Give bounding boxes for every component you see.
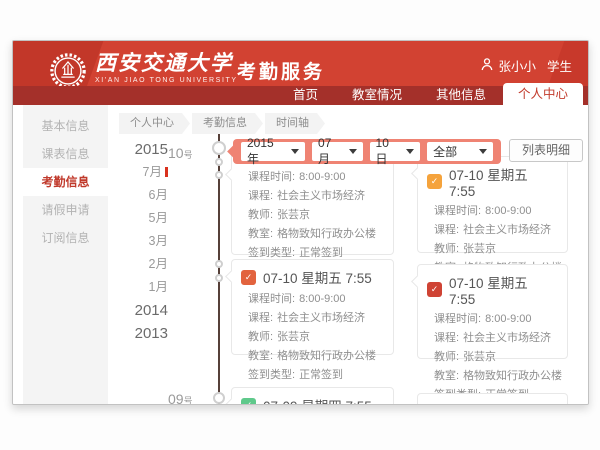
university-logo-icon bbox=[49, 52, 87, 90]
attendance-card[interactable]: 07-10 星期五 7:55 课程时间:8:00-9:00 课程:社会主义市场经… bbox=[231, 259, 394, 355]
day-marker-09: 09号 bbox=[168, 391, 193, 405]
timeline-node bbox=[212, 141, 226, 155]
main-nav: 首页 教室情况 其他信息 个人中心 bbox=[13, 86, 588, 105]
scale-month[interactable]: 2月 bbox=[108, 253, 168, 276]
list-detail-button[interactable]: 列表明细 bbox=[509, 139, 583, 162]
breadcrumb-attendance[interactable]: 考勤信息 bbox=[192, 113, 263, 134]
sidebar-item-attendance[interactable]: 考勤信息 bbox=[23, 168, 108, 196]
scale-year[interactable]: 2014 bbox=[108, 299, 168, 322]
signin-status-icon bbox=[427, 282, 442, 297]
day-marker-10: 10号 bbox=[168, 145, 193, 161]
timeline-scale: 2015 7月 6月 5月 3月 2月 1月 2014 2013 bbox=[108, 138, 168, 345]
attendance-card[interactable] bbox=[417, 393, 568, 405]
timeline-node bbox=[215, 274, 223, 282]
signin-status-icon bbox=[427, 174, 442, 189]
timeline-node bbox=[213, 392, 225, 404]
signin-status-icon bbox=[241, 270, 256, 285]
sidebar: 基本信息 课表信息 考勤信息 请假申请 订阅信息 bbox=[23, 105, 108, 404]
nav-item-personal-center[interactable]: 个人中心 bbox=[503, 83, 583, 105]
user-name: 张小小 bbox=[498, 56, 536, 75]
month-select[interactable]: 07月 bbox=[312, 142, 363, 161]
user-role: 学生 bbox=[547, 56, 572, 75]
signin-status-icon bbox=[241, 398, 256, 406]
attendance-card[interactable]: 07-09 星期四 7:55 bbox=[231, 387, 394, 405]
app-body: 基本信息 课表信息 考勤信息 请假申请 订阅信息 个人中心 考勤信息 时间轴 2… bbox=[13, 105, 588, 404]
scale-month-current[interactable]: 7月 bbox=[108, 161, 168, 184]
university-name-en: XI'AN JIAO TONG UNIVERSITY bbox=[95, 77, 238, 84]
sidebar-item-timetable[interactable]: 课表信息 bbox=[23, 140, 108, 168]
card-date: 07-09 星期四 7:55 bbox=[263, 395, 372, 405]
sidebar-item-subscription[interactable]: 订阅信息 bbox=[23, 224, 108, 252]
card-date: 07-10 星期五 7:55 bbox=[449, 272, 557, 307]
user-info[interactable]: 张小小 学生 bbox=[481, 56, 572, 75]
date-filter-bar: 2015年 07月 10日 全部 bbox=[233, 139, 501, 164]
current-month-marker bbox=[165, 167, 168, 177]
sidebar-item-leave-request[interactable]: 请假申请 bbox=[23, 196, 108, 224]
chevron-down-icon bbox=[349, 149, 357, 154]
card-date: 07-10 星期五 7:55 bbox=[263, 267, 372, 287]
year-select[interactable]: 2015年 bbox=[241, 142, 305, 161]
university-name-cn: 西安交通大学 bbox=[95, 51, 238, 75]
university-name: 西安交通大学 XI'AN JIAO TONG UNIVERSITY bbox=[95, 51, 238, 84]
nav-item-classrooms[interactable]: 教室情况 bbox=[335, 86, 419, 105]
attendance-card[interactable]: 07-10 星期五 7:55 课程时间:8:00-9:00 课程:社会主义市场经… bbox=[417, 156, 568, 253]
nav-item-home[interactable]: 首页 bbox=[276, 86, 335, 105]
scale-month[interactable]: 5月 bbox=[108, 207, 168, 230]
breadcrumb: 个人中心 考勤信息 时间轴 bbox=[119, 113, 327, 134]
scale-month[interactable]: 6月 bbox=[108, 184, 168, 207]
attendance-card[interactable]: 07-10 星期五 7:55 课程时间:8:00-9:00 课程:社会主义市场经… bbox=[417, 264, 568, 359]
user-icon bbox=[481, 58, 493, 74]
day-select[interactable]: 10日 bbox=[370, 142, 421, 161]
timeline-node bbox=[215, 171, 223, 179]
sidebar-item-basic-info[interactable]: 基本信息 bbox=[23, 112, 108, 140]
timeline-node bbox=[215, 260, 223, 268]
chevron-down-icon bbox=[291, 149, 299, 154]
scale-month[interactable]: 3月 bbox=[108, 230, 168, 253]
app-title: 考勤服务 bbox=[237, 57, 325, 84]
breadcrumb-personal-center[interactable]: 个人中心 bbox=[119, 113, 190, 134]
timeline-node bbox=[215, 158, 223, 166]
app-window: 西安交通大学 XI'AN JIAO TONG UNIVERSITY 考勤服务 张… bbox=[12, 40, 589, 405]
chevron-down-icon bbox=[479, 149, 487, 154]
scale-year[interactable]: 2015 bbox=[108, 138, 168, 161]
card-date: 07-10 星期五 7:55 bbox=[449, 164, 557, 199]
type-select[interactable]: 全部 bbox=[427, 142, 493, 161]
nav-item-other-info[interactable]: 其他信息 bbox=[419, 86, 503, 105]
scale-year[interactable]: 2013 bbox=[108, 322, 168, 345]
breadcrumb-timeline[interactable]: 时间轴 bbox=[265, 113, 325, 134]
app-header: 西安交通大学 XI'AN JIAO TONG UNIVERSITY 考勤服务 张… bbox=[13, 41, 588, 105]
main-content: 个人中心 考勤信息 时间轴 2015 7月 6月 5月 3月 2月 1月 201… bbox=[108, 105, 588, 404]
scale-month[interactable]: 1月 bbox=[108, 276, 168, 299]
chevron-down-icon bbox=[406, 149, 414, 154]
